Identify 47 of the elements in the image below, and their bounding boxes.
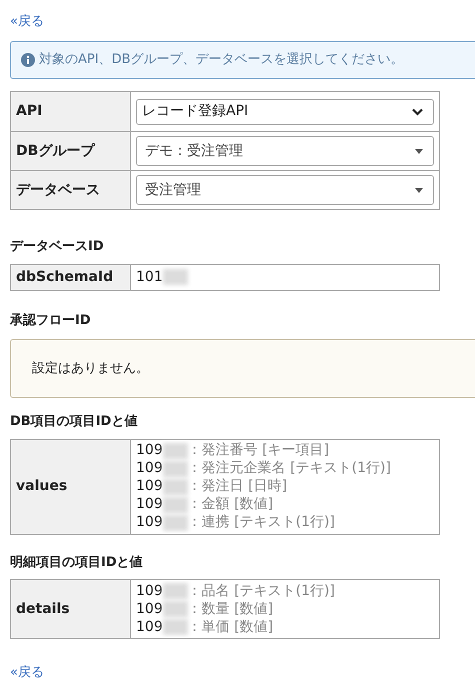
table-header-cell: dbSchemaId	[11, 264, 131, 290]
field-name: ：単価 [数値]	[188, 618, 274, 636]
select-dropdown[interactable]: レコード登録API	[136, 98, 434, 124]
redaction-blur	[162, 269, 188, 285]
redaction-blur	[162, 478, 188, 494]
chevron-down-icon	[412, 108, 423, 116]
caret-down-icon	[415, 188, 423, 192]
field-id: 109	[136, 513, 163, 532]
field-id: 109	[136, 495, 163, 514]
table-cell-text: 101	[136, 268, 163, 286]
field-name: ：発注番号 [キー項目]	[188, 441, 330, 460]
redaction-blur	[162, 496, 188, 512]
redaction-blur	[162, 601, 188, 617]
field-id: 109	[136, 600, 163, 618]
field-name: ：数量 [数値]	[188, 600, 274, 618]
redaction-blur	[162, 619, 188, 635]
field-name: ：品名 [テキスト(1行)]	[188, 582, 335, 600]
table-header-cell: details	[11, 580, 131, 638]
back-link[interactable]: «戻る	[10, 665, 44, 680]
field-id: 109	[136, 582, 163, 600]
section-heading: 明細項目の項目IDと値	[10, 554, 144, 572]
field-name: ：金額 [数値]	[188, 495, 274, 514]
field-id: 109	[136, 477, 163, 496]
redaction-blur	[162, 460, 188, 476]
table-header-cell: データベース	[11, 171, 131, 209]
redaction-blur	[162, 583, 188, 599]
section-heading: DB項目の項目IDと値	[10, 413, 138, 431]
table-header-cell: DBグループ	[11, 132, 131, 170]
select-dropdown[interactable]: 受注管理	[136, 175, 434, 205]
notice-panel: 設定はありません。	[10, 339, 475, 398]
section-heading: データベースID	[10, 238, 105, 256]
redaction-blur	[162, 442, 188, 458]
caret-down-icon	[415, 148, 423, 154]
back-link[interactable]: «戻る	[10, 14, 44, 29]
section-heading: 承認フローID	[10, 312, 92, 330]
table-header-cell: values	[11, 440, 131, 534]
redaction-blur	[162, 514, 188, 530]
field-id: 109	[136, 441, 163, 460]
field-id: 109	[136, 618, 163, 636]
field-name: ：発注日 [日時]	[188, 477, 288, 496]
table-header-cell: API	[11, 92, 131, 131]
select-dropdown[interactable]: デモ：受注管理	[136, 136, 434, 166]
field-name: ：連携 [テキスト(1行)]	[188, 513, 335, 532]
field-id: 109	[136, 459, 163, 478]
info-icon	[21, 53, 35, 67]
alert-message: 対象のAPI、DBグループ、データベースを選択してください。	[39, 51, 404, 70]
field-name: ：発注元企業名 [テキスト(1行)]	[188, 459, 391, 478]
